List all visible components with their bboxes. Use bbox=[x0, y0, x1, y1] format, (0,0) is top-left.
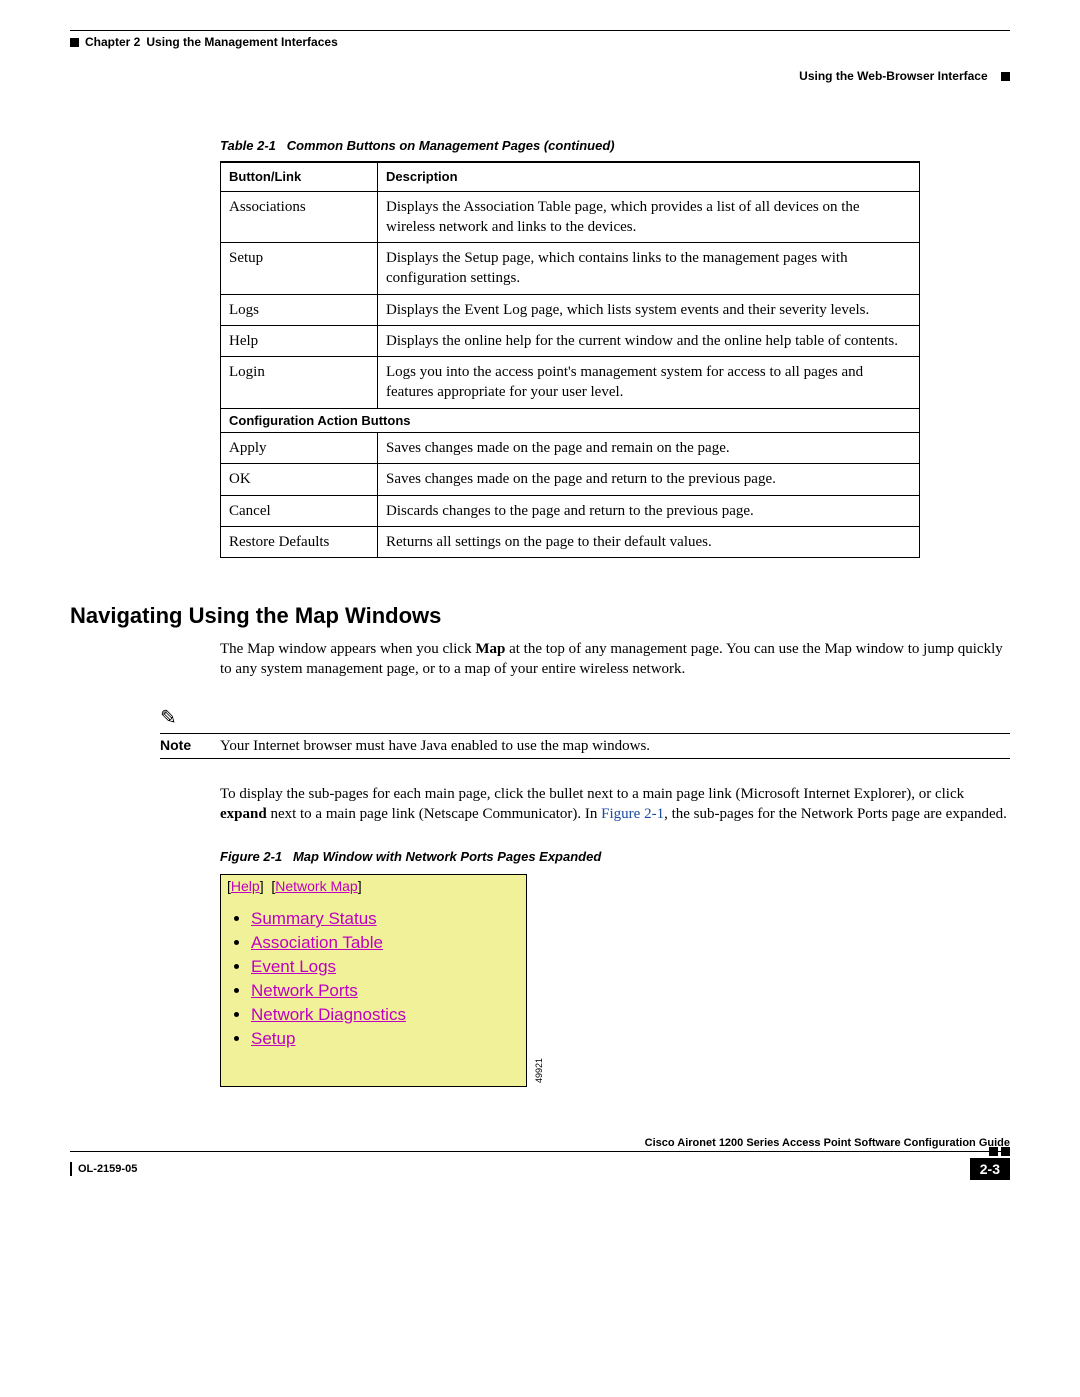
chapter-label: Chapter 2 bbox=[85, 35, 140, 49]
note-block: ✎ Note Your Internet browser must have J… bbox=[160, 705, 1010, 759]
decor-square bbox=[1001, 1147, 1010, 1156]
decor-square bbox=[1001, 72, 1010, 81]
footer-guide-title: Cisco Aironet 1200 Series Access Point S… bbox=[70, 1137, 1010, 1151]
map-list-item[interactable]: Event Logs bbox=[251, 955, 516, 979]
map-help-link[interactable]: Help bbox=[231, 878, 260, 894]
body-paragraph: To display the sub-pages for each main p… bbox=[220, 784, 1010, 825]
col-header-description: Description bbox=[378, 162, 920, 191]
section-heading: Navigating Using the Map Windows bbox=[70, 603, 1010, 629]
figure-xref[interactable]: Figure 2-1 bbox=[601, 806, 664, 822]
page-header: Chapter 2 Using the Management Interface… bbox=[70, 30, 1010, 49]
body-paragraph: The Map window appears when you click Ma… bbox=[220, 639, 1010, 680]
table-row: LoginLogs you into the access point's ma… bbox=[221, 357, 920, 409]
table-row: CancelDiscards changes to the page and r… bbox=[221, 495, 920, 526]
table-row: LogsDisplays the Event Log page, which l… bbox=[221, 294, 920, 325]
footer-doc-id: OL-2159-05 bbox=[78, 1163, 137, 1175]
decor-bar bbox=[70, 1162, 72, 1176]
table-section-header: Configuration Action Buttons bbox=[221, 408, 920, 433]
chapter-title: Using the Management Interfaces bbox=[146, 35, 337, 49]
table-row: SetupDisplays the Setup page, which cont… bbox=[221, 243, 920, 295]
map-networkmap-link[interactable]: Network Map bbox=[275, 878, 357, 894]
decor-square bbox=[70, 38, 79, 47]
map-list-item[interactable]: Setup bbox=[251, 1027, 516, 1051]
map-list-item[interactable]: Network Ports bbox=[251, 979, 516, 1003]
table-row: OKSaves changes made on the page and ret… bbox=[221, 464, 920, 495]
page-number: 2-3 bbox=[970, 1158, 1010, 1180]
decor-square bbox=[989, 1147, 998, 1156]
note-pencil-icon: ✎ bbox=[160, 705, 177, 730]
header-section: Using the Web-Browser Interface bbox=[799, 69, 987, 83]
map-list-item[interactable]: Association Table bbox=[251, 931, 516, 955]
table-row: ApplySaves changes made on the page and … bbox=[221, 433, 920, 464]
page-footer: Cisco Aironet 1200 Series Access Point S… bbox=[70, 1137, 1010, 1180]
table-caption: Table 2-1 Common Buttons on Management P… bbox=[220, 138, 1010, 153]
note-label: Note bbox=[160, 737, 220, 753]
note-text: Your Internet browser must have Java ena… bbox=[220, 738, 650, 755]
map-list-item[interactable]: Summary Status bbox=[251, 907, 516, 931]
map-window-screenshot: [Help] [Network Map] Summary Status Asso… bbox=[220, 874, 527, 1087]
table-row: AssociationsDisplays the Association Tab… bbox=[221, 191, 920, 243]
col-header-button: Button/Link bbox=[221, 162, 378, 191]
table-row: Restore DefaultsReturns all settings on … bbox=[221, 526, 920, 557]
table-row: HelpDisplays the online help for the cur… bbox=[221, 325, 920, 356]
figure-id: 49921 bbox=[534, 1058, 544, 1083]
buttons-table: Button/Link Description AssociationsDisp… bbox=[220, 161, 920, 558]
map-list-item[interactable]: Network Diagnostics bbox=[251, 1003, 516, 1027]
figure-caption: Figure 2-1 Map Window with Network Ports… bbox=[220, 849, 1010, 864]
